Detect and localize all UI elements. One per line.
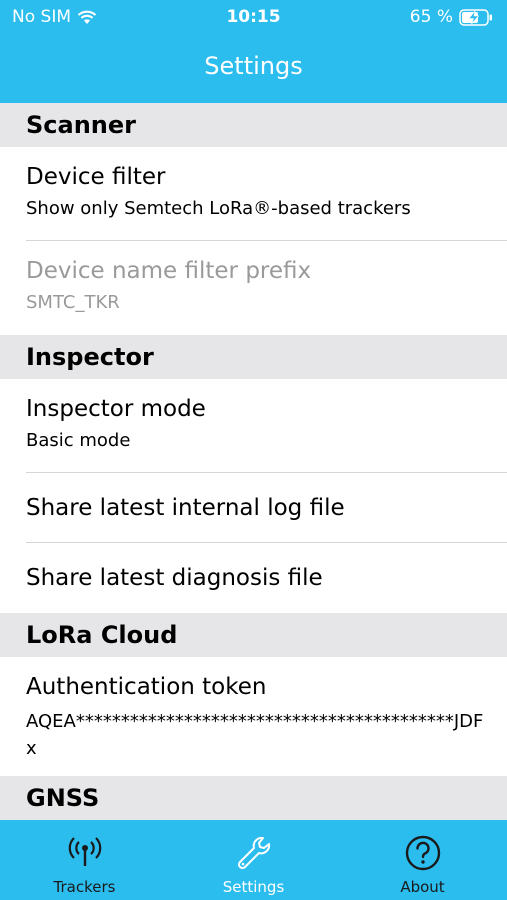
tab-about[interactable]: About bbox=[338, 820, 507, 900]
section-header-scanner: Scanner bbox=[0, 103, 507, 147]
tab-settings[interactable]: Settings bbox=[169, 820, 338, 900]
device-filter-value: Show only Semtech LoRa®-based trackers bbox=[26, 198, 411, 219]
tab-about-label: About bbox=[400, 878, 445, 896]
name-prefix-row: Device name filter prefix SMTC_TKR bbox=[0, 241, 507, 335]
question-circle-icon bbox=[405, 835, 440, 871]
battery-percent: 65 % bbox=[409, 7, 453, 27]
page-title: Settings bbox=[204, 52, 303, 80]
auth-token-row[interactable]: Authentication token AQEA***************… bbox=[0, 657, 507, 776]
battery-charging-icon bbox=[459, 8, 492, 26]
share-diagnosis-row[interactable]: Share latest diagnosis file bbox=[0, 543, 507, 613]
tab-bar: Trackers Settings About bbox=[0, 820, 507, 900]
name-prefix-title: Device name filter prefix bbox=[26, 258, 312, 284]
inspector-mode-value: Basic mode bbox=[26, 430, 131, 451]
share-log-title: Share latest internal log file bbox=[26, 495, 345, 521]
battery-indicator: 65 % bbox=[410, 7, 493, 27]
antenna-icon bbox=[68, 837, 101, 866]
top-bar: No SIM 10:15 65 % Settings bbox=[0, 0, 507, 103]
share-diagnosis-title: Share latest diagnosis file bbox=[26, 565, 323, 591]
tab-settings-label: Settings bbox=[222, 878, 285, 896]
device-filter-row[interactable]: Device filter Show only Semtech LoRa®-ba… bbox=[0, 147, 507, 241]
share-log-row[interactable]: Share latest internal log file bbox=[0, 473, 507, 543]
name-prefix-value: SMTC_TKR bbox=[26, 292, 120, 313]
tab-trackers-label: Trackers bbox=[53, 878, 116, 896]
wrench-icon bbox=[237, 836, 270, 870]
device-filter-title: Device filter bbox=[26, 164, 166, 190]
tab-trackers[interactable]: Trackers bbox=[0, 820, 169, 900]
section-header-lora-cloud: LoRa Cloud bbox=[0, 613, 507, 657]
inspector-mode-row[interactable]: Inspector mode Basic mode bbox=[0, 379, 507, 473]
auth-token-title: Authentication token bbox=[26, 674, 267, 700]
section-header-inspector: Inspector bbox=[0, 335, 507, 379]
inspector-mode-title: Inspector mode bbox=[26, 396, 206, 422]
auth-token-value: AQEA************************************… bbox=[26, 711, 484, 759]
section-header-gnss: GNSS bbox=[0, 776, 507, 820]
status-bar: No SIM 10:15 65 % bbox=[0, 0, 507, 36]
